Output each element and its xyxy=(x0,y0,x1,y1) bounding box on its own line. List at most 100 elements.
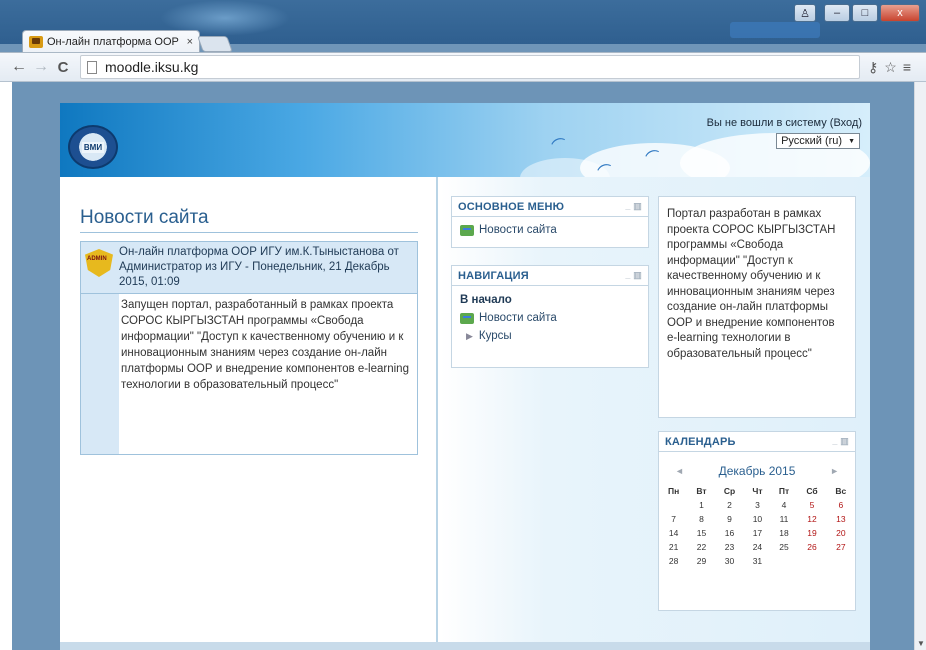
calendar-day: 14 xyxy=(668,528,679,538)
calendar-day: 31 xyxy=(752,556,763,566)
maximize-button[interactable]: □ xyxy=(852,4,878,22)
calendar-day-weekend xyxy=(827,554,855,568)
login-info: Вы не вошли в систему (Вход) xyxy=(707,117,862,129)
calendar-nav: ◄ Декабрь 2015 ► xyxy=(659,452,855,484)
calendar-day: 22 xyxy=(696,542,707,552)
browser-toolbar: ← → C moodle.iksu.kg ⚷ ☆ ≡ xyxy=(0,52,926,82)
calendar-day: 30 xyxy=(724,556,735,566)
calendar-day: 4 xyxy=(781,500,787,510)
site-header: ВМИ ⌒ ⌒ ⌒ Вы не вошли в систему (Вход) Р… xyxy=(60,103,870,177)
menu-item-news[interactable]: Новости сайта xyxy=(452,217,648,239)
vertical-scrollbar[interactable]: ▼ xyxy=(914,82,926,650)
nav-news-label: Новости сайта xyxy=(479,312,557,324)
calendar-day: 16 xyxy=(724,528,735,538)
weekday: Чт xyxy=(752,486,763,496)
navigation-block: НАВИГАЦИЯ _ ▥ В начало Новости сайта ▶ К… xyxy=(451,265,649,368)
portal-info-block: Портал разработан в рамках проекта СОРОС… xyxy=(658,196,856,418)
login-paren: ) xyxy=(858,117,862,129)
window-controls: ♙ – □ x xyxy=(794,4,920,22)
calendar-day: 10 xyxy=(752,514,763,524)
calendar-day-weekend: 27 xyxy=(836,542,846,552)
post-subject[interactable]: Он-лайн платформа ООР ИГУ им.К.Тыныстано… xyxy=(119,245,413,290)
favicon-icon xyxy=(29,35,43,48)
new-tab-button[interactable] xyxy=(197,36,233,52)
key-icon[interactable]: ⚷ xyxy=(868,59,878,76)
nav-courses-label: Курсы xyxy=(478,330,512,342)
calendar-day: 17 xyxy=(752,528,763,538)
viewport-left-edge xyxy=(0,82,12,650)
block-dock-icon[interactable]: _ ▥ xyxy=(832,436,849,447)
browser-tab[interactable]: Он-лайн платформа ООР × xyxy=(22,30,200,52)
weekday: Пт xyxy=(778,486,790,496)
calendar-day: 15 xyxy=(696,528,707,538)
weekday: Ср xyxy=(723,486,736,496)
calendar-day: 24 xyxy=(752,542,763,552)
menu-item-label: Новости сайта xyxy=(479,224,557,236)
nav-item-home[interactable]: В начало xyxy=(452,286,648,309)
calendar-day: 28 xyxy=(668,556,679,566)
nav-item-courses[interactable]: ▶ Курсы xyxy=(452,327,648,345)
block-header: НАВИГАЦИЯ _ ▥ xyxy=(452,266,648,286)
calendar-month[interactable]: Декабрь 2015 xyxy=(719,464,796,478)
titlebar-decoration xyxy=(730,22,820,38)
calendar-day: 1 xyxy=(699,500,704,510)
column-divider xyxy=(436,177,438,650)
reload-icon[interactable]: C xyxy=(52,59,74,76)
calendar-day: 7 xyxy=(671,514,676,524)
bookmark-star-icon[interactable]: ☆ xyxy=(884,59,897,76)
calendar-day-weekend: 19 xyxy=(807,528,817,538)
calendar-day: 8 xyxy=(699,514,704,524)
block-dock-icon[interactable]: _ ▥ xyxy=(625,201,642,212)
calendar-week: 14 15 16 17 18 19 20 xyxy=(659,526,855,540)
page-icon xyxy=(87,60,97,74)
expand-arrow-icon: ▶ xyxy=(466,330,473,341)
forum-post: ADMIN Он-лайн платформа ООР ИГУ им.К.Тын… xyxy=(80,241,418,455)
language-select[interactable]: Русский (ru) ▼ xyxy=(776,133,860,149)
news-icon xyxy=(460,224,474,236)
calendar-day-weekend: 20 xyxy=(836,528,846,538)
calendar-grid: Пн Вт Ср Чт Пт Сб Вс 1 2 3 4 5 6 7 8 9 1… xyxy=(659,484,855,568)
post-side-panel xyxy=(81,294,119,454)
calendar-day-weekend: 5 xyxy=(809,500,815,510)
prev-month-icon[interactable]: ◄ xyxy=(675,466,684,476)
weekday: Пн xyxy=(668,486,680,496)
back-icon[interactable]: ← xyxy=(8,58,30,76)
menu-icon[interactable]: ≡ xyxy=(903,59,911,76)
minimize-button[interactable]: – xyxy=(824,4,850,22)
calendar-day: 23 xyxy=(724,542,735,552)
scroll-down-icon[interactable]: ▼ xyxy=(917,639,925,648)
forward-icon[interactable]: → xyxy=(30,58,52,76)
toolbar-actions: ⚷ ☆ ≡ xyxy=(868,59,911,76)
site-logo[interactable]: ВМИ xyxy=(68,125,118,169)
nav-home-label: В начало xyxy=(460,294,512,306)
next-month-icon[interactable]: ► xyxy=(830,466,839,476)
block-header: ОСНОВНОЕ МЕНЮ _ ▥ xyxy=(452,197,648,217)
calendar-day-weekend: 26 xyxy=(807,542,817,552)
close-window-button[interactable]: x xyxy=(880,4,920,22)
chevron-down-icon: ▼ xyxy=(848,137,855,145)
language-value: Русский (ru) xyxy=(781,135,843,147)
weekday: Вт xyxy=(696,486,707,496)
page-footer-strip xyxy=(60,642,870,650)
bird-decoration-icon: ⌒ xyxy=(549,135,570,157)
calendar-day: 11 xyxy=(779,514,789,524)
block-dock-icon[interactable]: _ ▥ xyxy=(625,270,642,281)
tab-close-icon[interactable]: × xyxy=(187,36,193,48)
post-body: Запущен портал, разработанный в рамках п… xyxy=(121,299,409,391)
block-title: КАЛЕНДАРЬ xyxy=(665,435,736,448)
calendar-week: 21 22 23 24 25 26 27 xyxy=(659,540,855,554)
news-heading: Новости сайта xyxy=(80,207,418,233)
calendar-day: 9 xyxy=(727,514,732,524)
moodle-page: ВМИ ⌒ ⌒ ⌒ Вы не вошли в систему (Вход) Р… xyxy=(60,103,870,650)
login-link[interactable]: Вход xyxy=(833,117,858,129)
address-bar[interactable]: moodle.iksu.kg xyxy=(80,55,860,79)
calendar-day-weekend xyxy=(797,554,826,568)
nav-item-news[interactable]: Новости сайта xyxy=(452,309,648,327)
avatar[interactable]: ADMIN xyxy=(85,249,113,277)
calendar-day xyxy=(771,554,798,568)
calendar-day: 18 xyxy=(779,528,789,538)
weekday-row: Пн Вт Ср Чт Пт Сб Вс xyxy=(659,484,855,498)
calendar-week: 7 8 9 10 11 12 13 xyxy=(659,512,855,526)
user-profile-button[interactable]: ♙ xyxy=(794,4,816,22)
address-text: moodle.iksu.kg xyxy=(105,59,199,75)
